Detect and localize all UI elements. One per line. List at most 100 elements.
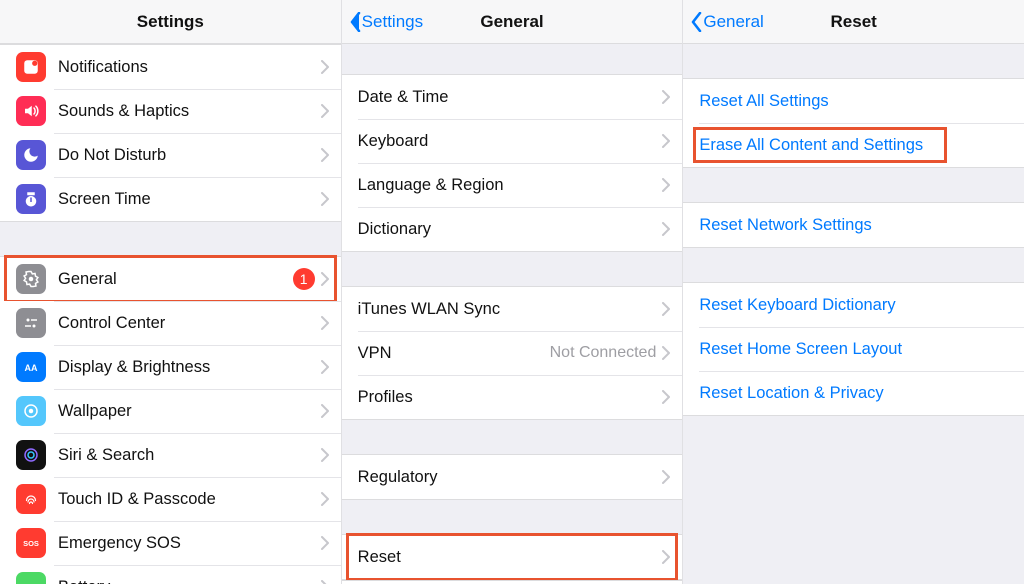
row-label: Date & Time xyxy=(358,88,663,107)
row-label: Notifications xyxy=(58,58,321,77)
general-row-date-time[interactable]: Date & Time xyxy=(342,75,683,119)
display-icon: AA xyxy=(16,352,46,382)
reset-row-reset-network-settings[interactable]: Reset Network Settings xyxy=(683,203,1024,247)
general-row-regulatory[interactable]: Regulatory xyxy=(342,455,683,499)
row-label: Screen Time xyxy=(58,190,321,209)
settings-row-touch-id-passcode[interactable]: Touch ID & Passcode xyxy=(0,477,341,521)
chevron-right-icon xyxy=(321,60,329,74)
row-label: Profiles xyxy=(358,388,663,407)
chevron-right-icon xyxy=(321,448,329,462)
row-label: Keyboard xyxy=(358,132,663,151)
notifications-icon xyxy=(16,52,46,82)
reset-row-reset-keyboard-dictionary[interactable]: Reset Keyboard Dictionary xyxy=(683,283,1024,327)
back-to-general[interactable]: General xyxy=(683,12,763,32)
chevron-right-icon xyxy=(321,316,329,330)
dnd-icon xyxy=(16,140,46,170)
back-general-label: General xyxy=(703,12,763,32)
chevron-right-icon xyxy=(321,536,329,550)
general-row-itunes-wlan-sync[interactable]: iTunes WLAN Sync xyxy=(342,287,683,331)
sos-icon: SOS xyxy=(16,528,46,558)
row-label: Erase All Content and Settings xyxy=(699,136,1012,155)
chevron-right-icon xyxy=(321,404,329,418)
screentime-icon xyxy=(16,184,46,214)
chevron-left-icon xyxy=(689,12,703,32)
row-label: Dictionary xyxy=(358,220,663,239)
general-row-vpn[interactable]: VPNNot Connected xyxy=(342,331,683,375)
back-settings-label: Settings xyxy=(362,12,423,32)
reset-navbar: General Reset xyxy=(683,0,1024,44)
general-row-dictionary[interactable]: Dictionary xyxy=(342,207,683,251)
row-label: Do Not Disturb xyxy=(58,146,321,165)
reset-row-reset-all-settings[interactable]: Reset All Settings xyxy=(683,79,1024,123)
chevron-right-icon xyxy=(321,492,329,506)
sounds-icon xyxy=(16,96,46,126)
general-row-language-region[interactable]: Language & Region xyxy=(342,163,683,207)
settings-navbar: Settings xyxy=(0,0,341,44)
chevron-right-icon xyxy=(662,178,670,192)
chevron-right-icon xyxy=(662,134,670,148)
general-row-reset[interactable]: Reset xyxy=(342,535,683,579)
row-label: Reset Home Screen Layout xyxy=(699,340,1012,359)
settings-row-display-brightness[interactable]: AA Display & Brightness xyxy=(0,345,341,389)
row-label: Reset Network Settings xyxy=(699,216,1012,235)
settings-row-do-not-disturb[interactable]: Do Not Disturb xyxy=(0,133,341,177)
row-label: Reset xyxy=(358,548,663,567)
reset-row-erase-all-content-and-settings[interactable]: Erase All Content and Settings xyxy=(683,123,1024,167)
general-icon xyxy=(16,264,46,294)
row-label: Siri & Search xyxy=(58,446,321,465)
settings-pane: Settings Notifications Sounds & Haptics Do… xyxy=(0,0,342,584)
general-list: Date & Time Keyboard Language & Region Dict… xyxy=(342,44,683,584)
general-navbar: Settings General xyxy=(342,0,683,44)
chevron-right-icon xyxy=(662,222,670,236)
row-label: Regulatory xyxy=(358,468,663,487)
notification-badge: 1 xyxy=(293,268,315,290)
row-label: Battery xyxy=(58,578,321,584)
row-label: Reset Keyboard Dictionary xyxy=(699,296,1012,315)
row-label: VPN xyxy=(358,344,550,363)
chevron-right-icon xyxy=(321,360,329,374)
chevron-right-icon xyxy=(662,470,670,484)
shut-down-button[interactable]: Shut Down xyxy=(342,580,683,584)
general-row-keyboard[interactable]: Keyboard xyxy=(342,119,683,163)
settings-row-siri-search[interactable]: Siri & Search xyxy=(0,433,341,477)
chevron-right-icon xyxy=(321,580,329,584)
chevron-right-icon xyxy=(321,192,329,206)
row-detail: Not Connected xyxy=(550,344,657,362)
settings-row-wallpaper[interactable]: Wallpaper xyxy=(0,389,341,433)
chevron-right-icon xyxy=(321,104,329,118)
settings-list: Notifications Sounds & Haptics Do Not Dist… xyxy=(0,44,341,584)
svg-text:AA: AA xyxy=(25,363,38,373)
row-label: Reset Location & Privacy xyxy=(699,384,1012,403)
row-label: iTunes WLAN Sync xyxy=(358,300,663,319)
chevron-right-icon xyxy=(321,148,329,162)
settings-row-battery[interactable]: Battery xyxy=(0,565,341,584)
chevron-right-icon xyxy=(662,346,670,360)
row-label: Language & Region xyxy=(358,176,663,195)
back-to-settings[interactable]: Settings xyxy=(342,12,423,32)
general-row-profiles[interactable]: Profiles xyxy=(342,375,683,419)
svg-text:SOS: SOS xyxy=(23,539,39,548)
reset-pane: General Reset Reset All Settings Erase Al… xyxy=(683,0,1024,584)
row-label: Wallpaper xyxy=(58,402,321,421)
row-label: Display & Brightness xyxy=(58,358,321,377)
reset-row-reset-location-privacy[interactable]: Reset Location & Privacy xyxy=(683,371,1024,415)
chevron-right-icon xyxy=(662,302,670,316)
control-icon xyxy=(16,308,46,338)
settings-row-emergency-sos[interactable]: SOS Emergency SOS xyxy=(0,521,341,565)
touchid-icon xyxy=(16,484,46,514)
settings-title: Settings xyxy=(0,12,341,32)
row-label: Control Center xyxy=(58,314,321,333)
row-label: Sounds & Haptics xyxy=(58,102,321,121)
settings-row-control-center[interactable]: Control Center xyxy=(0,301,341,345)
chevron-right-icon xyxy=(662,90,670,104)
settings-row-general[interactable]: General1 xyxy=(0,257,341,301)
three-pane-layout: Settings Notifications Sounds & Haptics Do… xyxy=(0,0,1024,584)
reset-row-reset-home-screen-layout[interactable]: Reset Home Screen Layout xyxy=(683,327,1024,371)
settings-row-notifications[interactable]: Notifications xyxy=(0,45,341,89)
reset-list: Reset All Settings Erase All Content and … xyxy=(683,44,1024,584)
siri-icon xyxy=(16,440,46,470)
chevron-right-icon xyxy=(662,390,670,404)
settings-row-screen-time[interactable]: Screen Time xyxy=(0,177,341,221)
row-label: Emergency SOS xyxy=(58,534,321,553)
settings-row-sounds-haptics[interactable]: Sounds & Haptics xyxy=(0,89,341,133)
